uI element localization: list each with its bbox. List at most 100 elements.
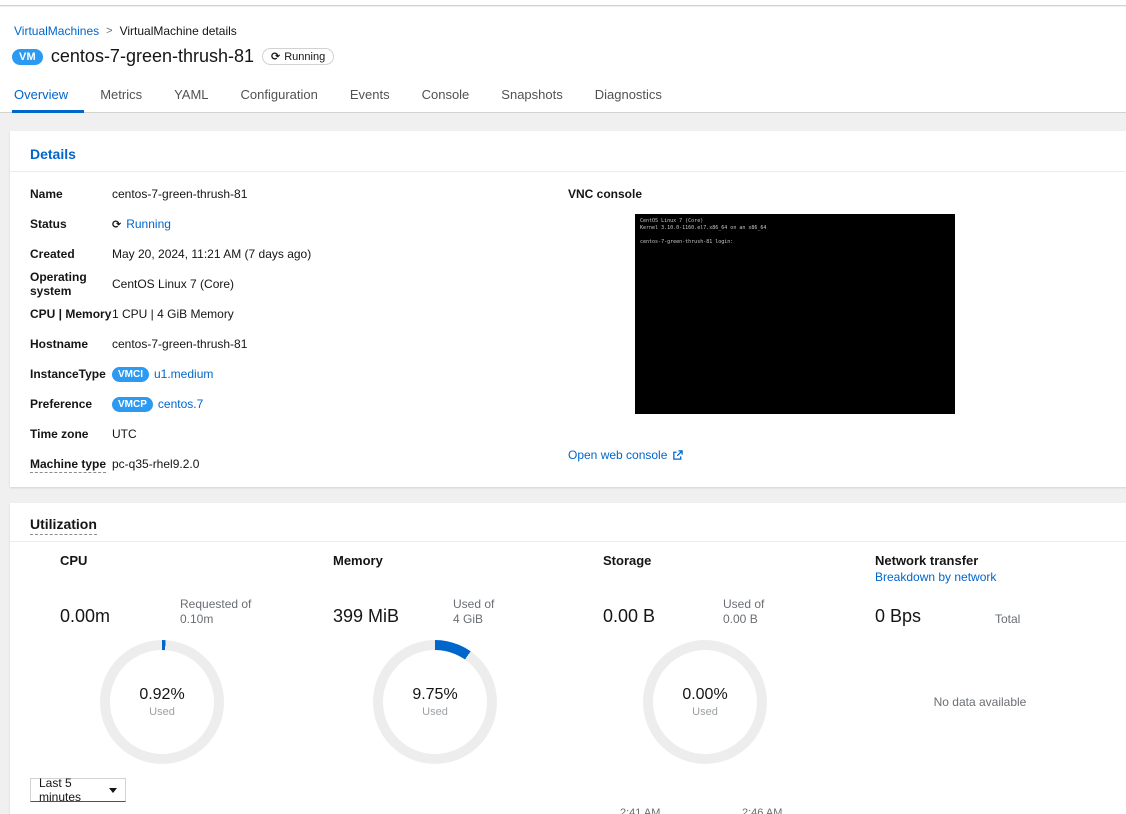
cpu-donut-chart: 0.92% Used [100, 640, 224, 764]
status-pill[interactable]: ⟳ Running [262, 48, 335, 65]
memory-sub-values: Used of 4 GiB [453, 597, 495, 626]
preference-link[interactable]: centos.7 [158, 397, 203, 411]
vm-kind-badge: VM [12, 48, 43, 65]
external-link-icon [673, 449, 684, 460]
detail-label: Created [30, 247, 75, 261]
console-text-line [640, 232, 950, 239]
divider [10, 541, 1126, 542]
memory-current-value: 399 MiB [333, 606, 400, 626]
cpu-sub-values: Requested of 0.10m [180, 597, 252, 626]
storage-percent-label: 0.00% [682, 686, 728, 703]
network-utilization: Network transfer Breakdown by network 0 … [875, 553, 1126, 709]
detail-label: Preference [30, 397, 93, 411]
masthead-edge [0, 0, 1126, 6]
detail-row-preference: Preference VMCP centos.7 [30, 389, 460, 419]
breadcrumb-current: VirtualMachine details [119, 24, 237, 38]
storage-used-label: Used [692, 706, 718, 718]
breadcrumb-virtualmachines-link[interactable]: VirtualMachines [14, 24, 99, 38]
network-metric-title: Network transfer [875, 553, 979, 568]
status-running-link[interactable]: Running [126, 217, 171, 231]
detail-label: CPU | Memory [30, 307, 112, 321]
sync-icon: ⟳ [271, 50, 281, 63]
page-header: VirtualMachines > VirtualMachine details… [0, 7, 1126, 113]
status-pill-label: Running [284, 50, 326, 63]
detail-value: May 20, 2024, 11:21 AM (7 days ago) [112, 247, 312, 261]
tab-diagnostics[interactable]: Diagnostics [579, 76, 678, 112]
network-no-data-message: No data available [933, 695, 1027, 709]
tab-overview[interactable]: Overview [12, 76, 85, 113]
time-axis-tick: 2:41 AM [620, 807, 661, 814]
details-card: Details Name centos-7-green-thrush-81 St… [10, 131, 1126, 487]
tab-events[interactable]: Events [334, 76, 406, 112]
detail-label: Status [30, 217, 67, 231]
console-text-line: centos-7-green-thrush-81 login: [640, 239, 734, 245]
detail-value: UTC [112, 427, 137, 441]
machine-type-help-trigger[interactable]: Machine type [30, 457, 107, 473]
cpu-utilization: CPU 0.00m Requested of 0.10m 0.92% Used [60, 553, 322, 764]
vnc-console-thumbnail[interactable]: CentOS Linux 7 (Core) Kernel 3.10.0-1160… [635, 214, 955, 414]
breadcrumb-separator: > [106, 25, 113, 37]
console-text-line: Kernel 3.10.0-1160.el7.x86_64 on an x86_… [640, 225, 767, 231]
detail-row-name: Name centos-7-green-thrush-81 [30, 179, 460, 209]
utilization-card: Utilization CPU 0.00m Requested of 0.10m … [10, 503, 1126, 814]
tab-yaml[interactable]: YAML [158, 76, 224, 112]
duration-select-value: Last 5 minutes [39, 776, 82, 804]
detail-value: centos-7-green-thrush-81 [112, 337, 248, 351]
storage-donut-chart: 0.00% Used [643, 640, 767, 764]
title-row: VM centos-7-green-thrush-81 ⟳ Running [12, 46, 335, 67]
utilization-title[interactable]: Utilization [30, 516, 97, 535]
detail-row-created: Created May 20, 2024, 11:21 AM (7 days a… [30, 239, 460, 269]
caret-down-icon [109, 787, 117, 793]
detail-value: centos-7-green-thrush-81 [112, 187, 248, 201]
network-current-value: 0 Bps [875, 606, 922, 626]
console-text-line: CentOS Linux 7 (Core) [640, 218, 704, 224]
detail-value: 1 CPU | 4 GiB Memory [112, 307, 234, 321]
cpu-used-label: Used [149, 706, 175, 718]
memory-donut-chart: 9.75% Used [373, 640, 497, 764]
detail-label: Time zone [30, 427, 89, 441]
instancetype-link[interactable]: u1.medium [154, 367, 213, 381]
preference-badge: VMCP [112, 396, 153, 412]
memory-percent-label: 9.75% [412, 686, 458, 703]
detail-label: Hostname [30, 337, 89, 351]
detail-value: CentOS Linux 7 (Core) [112, 277, 235, 291]
detail-row-os: Operating system CentOS Linux 7 (Core) [30, 269, 460, 299]
breakdown-by-network-link[interactable]: Breakdown by network [875, 570, 996, 584]
storage-metric-title: Storage [603, 553, 652, 568]
detail-row-instancetype: InstanceType VMCI u1.medium [30, 359, 460, 389]
divider [10, 171, 1126, 172]
cpu-percent-label: 0.92% [139, 686, 185, 703]
page-title: centos-7-green-thrush-81 [50, 46, 255, 66]
sync-icon: ⟳ [112, 217, 122, 231]
detail-label: InstanceType [30, 367, 106, 381]
detail-label: Operating system [30, 270, 87, 298]
tab-console[interactable]: Console [406, 76, 486, 112]
details-list: Name centos-7-green-thrush-81 Status ⟳ R… [30, 179, 460, 479]
memory-used-label: Used [422, 706, 448, 718]
breadcrumb: VirtualMachines > VirtualMachine details [14, 24, 237, 38]
detail-row-status: Status ⟳ Running [30, 209, 460, 239]
tab-configuration[interactable]: Configuration [225, 76, 334, 112]
memory-metric-title: Memory [333, 553, 383, 568]
tab-snapshots[interactable]: Snapshots [485, 76, 578, 112]
time-axis-tick: 2:46 AM [742, 807, 783, 814]
storage-current-value: 0.00 B [603, 606, 656, 626]
cpu-current-value: 0.00m [60, 606, 111, 626]
detail-row-machine-type: Machine type pc-q35-rhel9.2.0 [30, 449, 460, 479]
network-total-label: Total [995, 612, 1021, 626]
detail-value: pc-q35-rhel9.2.0 [112, 457, 200, 471]
memory-utilization: Memory 399 MiB Used of 4 GiB 9.75% Used [333, 553, 595, 764]
storage-utilization: Storage 0.00 B Used of 0.00 B 0.00% Used [603, 553, 865, 764]
details-card-title[interactable]: Details [30, 146, 76, 162]
open-web-console-link[interactable]: Open web console [568, 448, 684, 462]
tab-bar: Overview Metrics YAML Configuration Even… [0, 76, 1126, 113]
instancetype-badge: VMCI [112, 366, 149, 382]
vnc-console-label: VNC console [568, 187, 643, 201]
open-web-console-label: Open web console [568, 448, 668, 462]
duration-select[interactable]: Last 5 minutes [30, 776, 126, 804]
storage-sub-values: Used of 0.00 B [723, 597, 765, 626]
detail-label: Name [30, 187, 63, 201]
detail-row-timezone: Time zone UTC [30, 419, 460, 449]
cpu-metric-title: CPU [60, 553, 88, 568]
tab-metrics[interactable]: Metrics [84, 76, 158, 112]
